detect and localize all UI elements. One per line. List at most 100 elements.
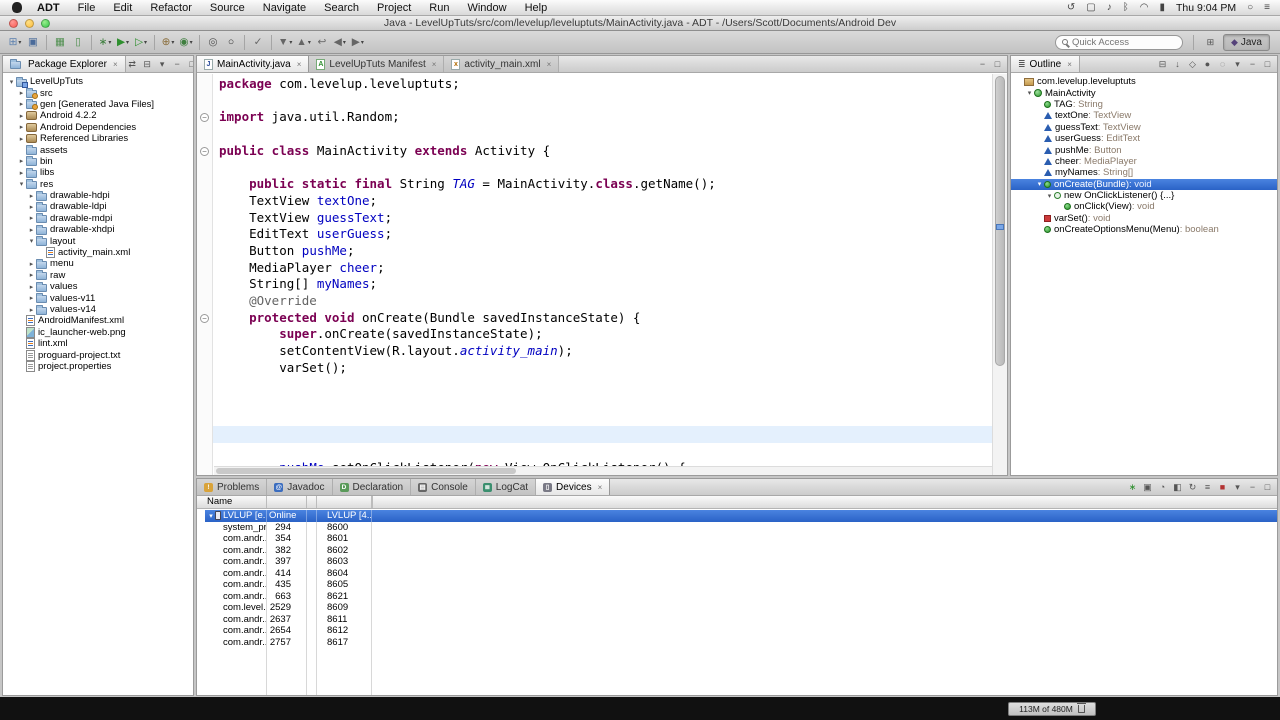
disclosure-arrow-icon[interactable]: ▾ xyxy=(1045,192,1054,200)
scrollbar-thumb[interactable] xyxy=(995,76,1005,366)
editor-horizontal-scrollbar[interactable] xyxy=(214,466,992,475)
tree-item-project-properties[interactable]: project.properties xyxy=(3,360,193,372)
hide-static-members-icon[interactable]: ● xyxy=(1201,59,1214,69)
view-menu-icon[interactable]: ▾ xyxy=(156,59,169,70)
tree-item-values-v11[interactable]: ▸ values-v11 xyxy=(3,292,193,304)
code-line[interactable]: super.onCreate(savedInstanceState); xyxy=(219,326,992,343)
code-line[interactable]: TextView guessText; xyxy=(219,210,992,227)
maximize-icon[interactable]: □ xyxy=(991,59,1004,69)
disclosure-arrow-icon[interactable]: ▸ xyxy=(27,294,36,302)
display-icon[interactable]: ▢ xyxy=(1086,2,1095,13)
outline-item-userguess[interactable]: userGuess : EditText xyxy=(1011,133,1277,144)
code-line[interactable]: @Override xyxy=(219,293,992,310)
outline-item-new-onclicklistener[interactable]: ▾ new OnClickListener() {...} xyxy=(1011,190,1277,201)
bottom-tab-javadoc[interactable]: @ Javadoc xyxy=(267,479,333,495)
disclosure-arrow-icon[interactable]: ▾ xyxy=(207,512,215,520)
code-line[interactable]: Button pushMe; xyxy=(219,243,992,260)
quick-access-box[interactable] xyxy=(1054,34,1183,50)
debug-attach-icon[interactable]: ∗ xyxy=(1126,482,1139,493)
heap-status-widget[interactable]: 113M of 480M xyxy=(1008,702,1096,716)
quick-access-input[interactable] xyxy=(1071,36,1172,48)
maximize-icon[interactable]: □ xyxy=(1261,482,1274,492)
spotlight-icon[interactable]: ○ xyxy=(1247,2,1253,13)
fold-marker-icon[interactable]: − xyxy=(200,146,209,156)
tree-item-res[interactable]: ▾ res xyxy=(3,179,193,190)
code-line[interactable]: package com.levelup.leveluptuts; xyxy=(219,76,992,93)
minimize-icon[interactable]: − xyxy=(976,59,989,69)
tree-item-values-v14[interactable]: ▸ values-v14 xyxy=(3,304,193,315)
disclosure-arrow-icon[interactable]: ▸ xyxy=(17,135,26,143)
disclosure-arrow-icon[interactable]: ▸ xyxy=(27,203,36,211)
dump-hprof-icon[interactable]: ◧ xyxy=(1171,482,1184,493)
bluetooth-icon[interactable]: ᛒ xyxy=(1123,2,1129,13)
code-line[interactable] xyxy=(219,159,992,176)
tree-item-androidmanifest-xml[interactable]: AndroidManifest.xml xyxy=(3,315,193,327)
close-window-button[interactable] xyxy=(9,19,18,28)
process-row[interactable]: com.andr... 354 8601 xyxy=(205,533,1277,545)
disclosure-arrow-icon[interactable]: ▸ xyxy=(17,123,26,131)
devices-header-row[interactable]: Name xyxy=(205,496,373,508)
outline-item-mainactivity[interactable]: ▾ MainActivity xyxy=(1011,87,1277,99)
tree-item-referenced-libraries[interactable]: ▸ Referenced Libraries xyxy=(3,133,193,144)
tree-item-android-4-2-2[interactable]: ▸ Android 4.2.2 xyxy=(3,110,193,121)
battery-icon[interactable]: ▮ xyxy=(1159,2,1165,13)
menu-window[interactable]: Window xyxy=(458,0,515,16)
process-row[interactable]: com.andr... 435 8605 xyxy=(205,579,1277,591)
menu-search[interactable]: Search xyxy=(315,0,368,16)
code-line[interactable]: MediaPlayer cheer; xyxy=(219,260,992,277)
tree-item-raw[interactable]: ▸ raw xyxy=(3,270,193,281)
close-icon[interactable]: × xyxy=(113,60,118,69)
new-wizard-icon[interactable]: ⊞ ▾ xyxy=(6,33,24,51)
disclosure-arrow-icon[interactable]: ▸ xyxy=(27,306,36,314)
tree-item-libs[interactable]: ▸ libs xyxy=(3,167,193,178)
close-icon[interactable]: × xyxy=(1067,60,1072,69)
window-title-bar[interactable]: Java - LevelUpTuts/src/com/levelup/level… xyxy=(0,16,1280,31)
hide-fields-icon[interactable]: ◇ xyxy=(1186,59,1199,70)
outline-item-mynames[interactable]: myNames : String[] xyxy=(1011,167,1277,178)
tree-item-lint-xml[interactable]: lint.xml xyxy=(3,338,193,350)
code-line[interactable]: import java.util.Random; xyxy=(219,109,992,126)
occurrence-marker[interactable] xyxy=(996,224,1004,230)
collapse-all-icon[interactable]: ⊟ xyxy=(1156,59,1169,70)
tree-item-drawable-ldpi[interactable]: ▸ drawable-ldpi xyxy=(3,201,193,212)
disclosure-arrow-icon[interactable]: ▸ xyxy=(27,214,36,222)
package-explorer-tree[interactable]: ▾ LevelUpTuts ▸ src ▸ gen [Generated Java Fil… xyxy=(3,74,193,695)
link-with-editor-icon[interactable]: ⇄ xyxy=(126,59,139,70)
disclosure-arrow-icon[interactable]: ▸ xyxy=(17,169,26,177)
code-line[interactable] xyxy=(219,410,992,427)
process-row[interactable]: com.andr... 2637 8611 xyxy=(205,613,1277,625)
disclosure-arrow-icon[interactable]: ▾ xyxy=(17,180,26,188)
outline-item-oncreate-bundle[interactable]: ▾ onCreate(Bundle) : void xyxy=(1011,178,1277,190)
code-line[interactable]: TextView textOne; xyxy=(219,193,992,210)
previous-annotation-icon[interactable]: ▲ ▾ xyxy=(294,33,312,51)
sort-icon[interactable]: ↓ xyxy=(1171,59,1184,69)
tree-item-layout[interactable]: ▾ layout xyxy=(3,235,193,247)
menu-help[interactable]: Help xyxy=(516,0,557,16)
bottom-tab-logcat[interactable]: ≣ LogCat xyxy=(475,479,537,495)
close-icon[interactable]: × xyxy=(598,483,603,492)
code-line[interactable] xyxy=(219,93,992,110)
last-edit-location-icon[interactable]: ↩ xyxy=(313,33,331,51)
menu-source[interactable]: Source xyxy=(201,0,254,16)
external-tools-icon[interactable]: ▷ ▾ xyxy=(132,33,150,51)
editor-code-area[interactable]: package com.levelup.leveluptuts; import … xyxy=(213,74,992,475)
code-line[interactable]: protected void onCreate(Bundle savedInst… xyxy=(219,310,992,327)
new-java-project-icon[interactable]: ⊕ ▾ xyxy=(159,33,177,51)
update-heap-icon[interactable]: ◔ xyxy=(1156,482,1169,492)
process-row[interactable]: com.andr... 382 8602 xyxy=(205,544,1277,556)
code-line[interactable] xyxy=(219,376,992,393)
minimize-window-button[interactable] xyxy=(25,19,34,28)
process-row[interactable]: com.andr... 2757 8617 xyxy=(205,636,1277,648)
tree-item-activity-main-xml[interactable]: activity_main.xml xyxy=(3,247,193,259)
java-perspective-button[interactable]: ◆ Java xyxy=(1222,33,1270,51)
process-row[interactable]: com.level... 2529 8609 xyxy=(205,602,1277,614)
bottom-tab-problems[interactable]: ! Problems xyxy=(197,479,268,495)
menu-refactor[interactable]: Refactor xyxy=(141,0,201,16)
open-type-icon[interactable]: ◎ xyxy=(204,33,222,51)
editor-tab-mainactivity-java[interactable]: J MainActivity.java × xyxy=(197,56,310,72)
outline-tab[interactable]: ≣ Outline × xyxy=(1011,56,1080,72)
menu-adt[interactable]: ADT xyxy=(28,0,69,16)
tree-item-drawable-mdpi[interactable]: ▸ drawable-mdpi xyxy=(3,213,193,224)
outline-item-com-levelup-leveluptuts[interactable]: com.levelup.leveluptuts xyxy=(1011,76,1277,87)
tree-item-proguard-project-txt[interactable]: proguard-project.txt xyxy=(3,349,193,361)
